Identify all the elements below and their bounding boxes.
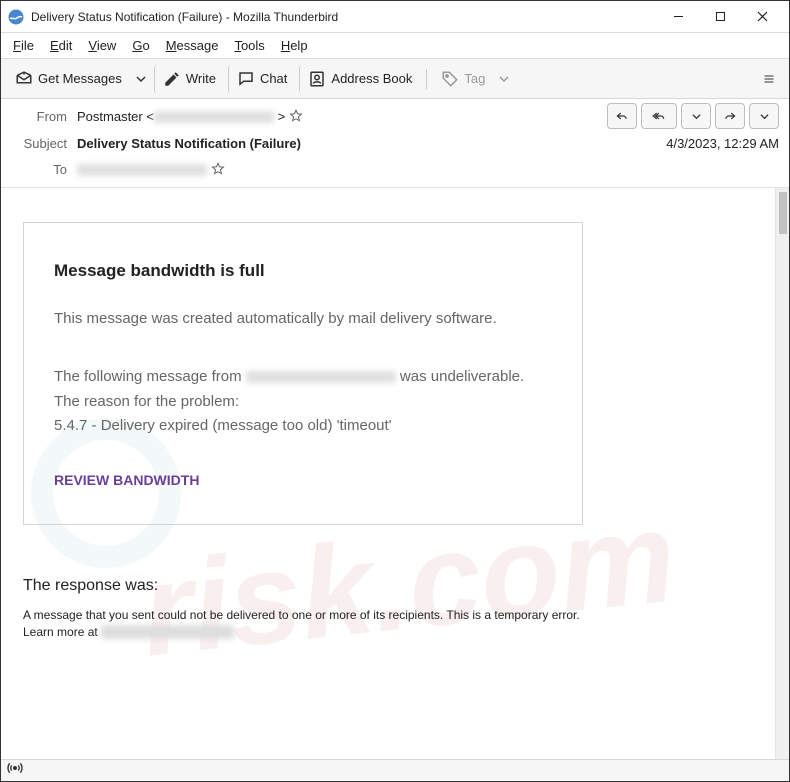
statusbar xyxy=(1,759,789,781)
app-menu-button[interactable] xyxy=(755,65,783,93)
titlebar: Delivery Status Notification (Failure) -… xyxy=(1,1,789,33)
scrollbar-thumb[interactable] xyxy=(779,192,787,234)
reply-button[interactable] xyxy=(607,103,637,129)
message-date: 4/3/2023, 12:29 AM xyxy=(666,136,779,151)
get-messages-button[interactable]: Get Messages xyxy=(7,65,130,93)
reply-all-button[interactable] xyxy=(641,103,677,129)
menubar: File Edit View Go Message Tools Help xyxy=(1,33,789,59)
write-label: Write xyxy=(186,71,216,86)
forward-button[interactable] xyxy=(715,103,745,129)
menu-help[interactable]: Help xyxy=(273,33,316,58)
chat-button[interactable]: Chat xyxy=(228,65,295,93)
notice-card: Message bandwidth is full This message w… xyxy=(23,222,583,525)
menu-file[interactable]: File xyxy=(5,33,42,58)
menu-message[interactable]: Message xyxy=(158,33,227,58)
star-from-icon[interactable] xyxy=(289,109,303,123)
star-to-icon[interactable] xyxy=(211,162,225,176)
get-messages-label: Get Messages xyxy=(38,71,122,86)
notice-line1: This message was created automatically b… xyxy=(54,309,552,329)
toolbar: Get Messages Write Chat Address Book Tag xyxy=(1,59,789,99)
address-book-button[interactable]: Address Book xyxy=(299,65,420,93)
menu-tools[interactable]: Tools xyxy=(226,33,272,58)
tag-dropdown[interactable] xyxy=(495,65,513,93)
tag-button[interactable]: Tag xyxy=(433,65,493,93)
from-label: From xyxy=(11,109,67,124)
window-title: Delivery Status Notification (Failure) -… xyxy=(31,10,657,24)
from-value: Postmaster < > xyxy=(77,109,285,124)
app-icon xyxy=(7,8,25,26)
forward-dropdown[interactable] xyxy=(749,103,779,129)
scrollbar-track[interactable] xyxy=(775,188,789,759)
write-button[interactable]: Write xyxy=(154,65,224,93)
address-book-label: Address Book xyxy=(331,71,412,86)
notice-line3: The reason for the problem: xyxy=(54,392,552,412)
subject-label: Subject xyxy=(11,136,67,151)
to-value xyxy=(77,162,207,177)
minimize-button[interactable] xyxy=(657,3,699,31)
notice-line2: The following message from was undeliver… xyxy=(54,367,552,387)
message-header: From Postmaster < > Subject Delivery Sta… xyxy=(1,99,789,188)
get-messages-dropdown[interactable] xyxy=(132,65,150,93)
notice-line4: 5.4.7 - Delivery expired (message too ol… xyxy=(54,416,552,436)
header-nav-buttons xyxy=(607,103,779,129)
connection-status-icon[interactable] xyxy=(7,760,23,781)
subject-value: Delivery Status Notification (Failure) xyxy=(77,136,301,151)
to-label: To xyxy=(11,162,67,177)
message-body: Message bandwidth is full This message w… xyxy=(1,188,775,759)
review-bandwidth-link[interactable]: REVIEW BANDWIDTH xyxy=(54,472,199,488)
message-body-wrap: risk.com Message bandwidth is full This … xyxy=(1,188,789,759)
response-heading: The response was: xyxy=(23,577,753,595)
menu-edit[interactable]: Edit xyxy=(42,33,80,58)
chat-label: Chat xyxy=(260,71,287,86)
maximize-button[interactable] xyxy=(699,3,741,31)
notice-heading: Message bandwidth is full xyxy=(54,261,552,281)
menu-go[interactable]: Go xyxy=(124,33,157,58)
response-body: A message that you sent could not be del… xyxy=(23,607,753,642)
menu-view[interactable]: View xyxy=(80,33,124,58)
close-button[interactable] xyxy=(741,3,783,31)
tag-label: Tag xyxy=(464,71,485,86)
reply-all-dropdown[interactable] xyxy=(681,103,711,129)
